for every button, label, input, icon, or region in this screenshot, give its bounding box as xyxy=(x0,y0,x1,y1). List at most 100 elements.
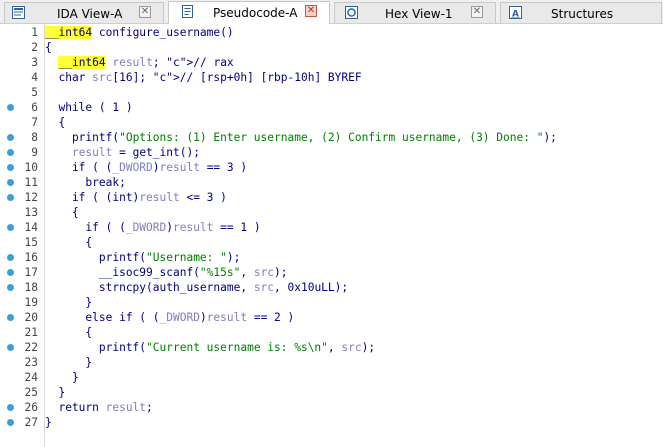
code-line[interactable]: 18 strncpy(auth_username, src, 0x10uLL); xyxy=(0,280,663,295)
code-text: { xyxy=(45,326,93,339)
code-text: if ( (_DWORD)result == 1 ) xyxy=(45,221,261,234)
breakpoint-marker-icon[interactable] xyxy=(7,284,14,291)
code-text: if ( (int)result <= 3 ) xyxy=(45,191,227,204)
code-line[interactable]: 20 else if ( (_DWORD)result == 2 ) xyxy=(0,310,663,325)
line-number: 15 xyxy=(24,236,38,249)
code-text: printf("Current username is: %s\n", src)… xyxy=(45,341,376,354)
line-number: 7 xyxy=(31,116,38,129)
code-text: } xyxy=(45,296,93,309)
code-line[interactable]: 11 break; xyxy=(0,175,663,190)
code-line[interactable]: 9 result = get_int(); xyxy=(0,145,663,160)
code-text: } xyxy=(45,386,66,399)
line-number: 4 xyxy=(31,71,38,84)
breakpoint-marker-icon[interactable] xyxy=(7,149,14,156)
tab-structures[interactable]: A Structures xyxy=(500,2,662,23)
line-number: 20 xyxy=(24,311,38,324)
code-line[interactable]: 13 { xyxy=(0,205,663,220)
breakpoint-marker-icon[interactable] xyxy=(7,419,14,426)
code-line[interactable]: 17 __isoc99_scanf("%15s", src); xyxy=(0,265,663,280)
line-number: 12 xyxy=(24,191,38,204)
code-line[interactable]: 15 { xyxy=(0,235,663,250)
code-text: { xyxy=(45,236,93,249)
code-line[interactable]: 19 } xyxy=(0,295,663,310)
breakpoint-marker-icon[interactable] xyxy=(7,104,14,111)
ida-view-icon xyxy=(12,6,25,19)
code-line[interactable]: 5 xyxy=(0,85,663,100)
close-icon[interactable]: ✕ xyxy=(305,5,317,17)
breakpoint-marker-icon[interactable] xyxy=(7,134,14,141)
tab-label: Structures xyxy=(551,7,614,21)
code-text: printf("Options: (1) Enter username, (2)… xyxy=(45,131,557,144)
code-text: char src[16]; "c">// [rsp+0h] [rbp-10h] … xyxy=(45,71,362,84)
breakpoint-marker-icon[interactable] xyxy=(7,344,14,351)
code-line[interactable]: 21 { xyxy=(0,325,663,340)
line-number: 17 xyxy=(24,266,38,279)
close-icon[interactable]: ✕ xyxy=(471,6,483,18)
line-number: 16 xyxy=(24,251,38,264)
breakpoint-marker-icon[interactable] xyxy=(7,254,14,261)
code-line[interactable]: 22 printf("Current username is: %s\n", s… xyxy=(0,340,663,355)
breakpoint-marker-icon[interactable] xyxy=(7,269,14,276)
tab-label: Pseudocode-A xyxy=(213,6,298,20)
line-number: 18 xyxy=(24,281,38,294)
close-icon[interactable]: ✕ xyxy=(139,6,151,18)
code-line[interactable]: 7 { xyxy=(0,115,663,130)
tab-ida-view-a[interactable]: IDA View-A ✕ xyxy=(4,2,164,23)
breakpoint-marker-icon[interactable] xyxy=(7,194,14,201)
code-text: printf("Username: "); xyxy=(45,251,241,264)
line-number: 1 xyxy=(31,26,38,39)
breakpoint-marker-icon[interactable] xyxy=(7,224,14,231)
code-line[interactable]: 10 if ( (_DWORD)result == 3 ) xyxy=(0,160,663,175)
code-text: { xyxy=(45,41,52,54)
code-line[interactable]: 12 if ( (int)result <= 3 ) xyxy=(0,190,663,205)
code-text: return result; xyxy=(45,401,153,414)
breakpoint-marker-icon[interactable] xyxy=(7,179,14,186)
code-text: break; xyxy=(45,176,126,189)
code-line[interactable]: 6 while ( 1 ) xyxy=(0,100,663,115)
line-number: 3 xyxy=(31,56,38,69)
tab-bar: IDA View-A ✕ Pseudocode-A ✕ Hex View-1 ✕… xyxy=(0,0,663,24)
line-number: 26 xyxy=(24,401,38,414)
code-text: result = get_int(); xyxy=(71,146,200,159)
line-number: 10 xyxy=(24,161,38,174)
code-text: strncpy(auth_username, src, 0x10uLL); xyxy=(45,281,349,294)
tab-hex-view-1[interactable]: Hex View-1 ✕ xyxy=(334,2,496,23)
line-number: 11 xyxy=(24,176,38,189)
code-line[interactable]: 8 printf("Options: (1) Enter username, (… xyxy=(0,130,663,145)
code-text: __int64 result; "c">// rax xyxy=(58,56,234,69)
code-text: } xyxy=(45,416,52,429)
code-text: else if ( (_DWORD)result == 2 ) xyxy=(45,311,295,324)
hex-view-icon xyxy=(345,6,358,19)
tab-label: Hex View-1 xyxy=(385,7,453,21)
breakpoint-marker-icon[interactable] xyxy=(7,404,14,411)
code-line[interactable]: 23 } xyxy=(0,355,663,370)
line-number: 25 xyxy=(24,386,38,399)
code-line[interactable]: 24 } xyxy=(0,370,663,385)
code-text: } xyxy=(45,371,79,384)
pseudocode-view[interactable]: 1 __int64 configure_username() 2{3 __int64… xyxy=(0,24,663,447)
breakpoint-marker-icon[interactable] xyxy=(7,164,14,171)
code-line[interactable]: 16 printf("Username: "); xyxy=(0,250,663,265)
line-number: 22 xyxy=(24,341,38,354)
code-text: { xyxy=(45,206,79,219)
line-number: 5 xyxy=(31,86,38,99)
line-number: 24 xyxy=(24,371,38,384)
code-line[interactable]: 2{ xyxy=(0,40,663,55)
line-number: 21 xyxy=(24,326,38,339)
code-line[interactable]: 1 __int64 configure_username() xyxy=(0,25,663,40)
code-line[interactable]: 3 __int64 result; "c">// rax xyxy=(0,55,663,70)
line-number: 27 xyxy=(24,416,38,429)
code-line[interactable]: 4 char src[16]; "c">// [rsp+0h] [rbp-10h… xyxy=(0,70,663,85)
code-line[interactable]: 14 if ( (_DWORD)result == 1 ) xyxy=(0,220,663,235)
line-number: 23 xyxy=(24,356,38,369)
code-line[interactable]: 25 } xyxy=(0,385,663,400)
line-number: 9 xyxy=(31,146,38,159)
tab-pseudocode-a[interactable]: Pseudocode-A ✕ xyxy=(168,1,330,24)
code-line[interactable]: 26 return result; xyxy=(0,400,663,415)
code-text: __isoc99_scanf("%15s", src); xyxy=(45,266,288,279)
code-text: { xyxy=(45,116,66,129)
line-number: 14 xyxy=(24,221,38,234)
code-text: while ( 1 ) xyxy=(45,101,133,114)
code-line[interactable]: 27} xyxy=(0,415,663,430)
breakpoint-marker-icon[interactable] xyxy=(7,314,14,321)
